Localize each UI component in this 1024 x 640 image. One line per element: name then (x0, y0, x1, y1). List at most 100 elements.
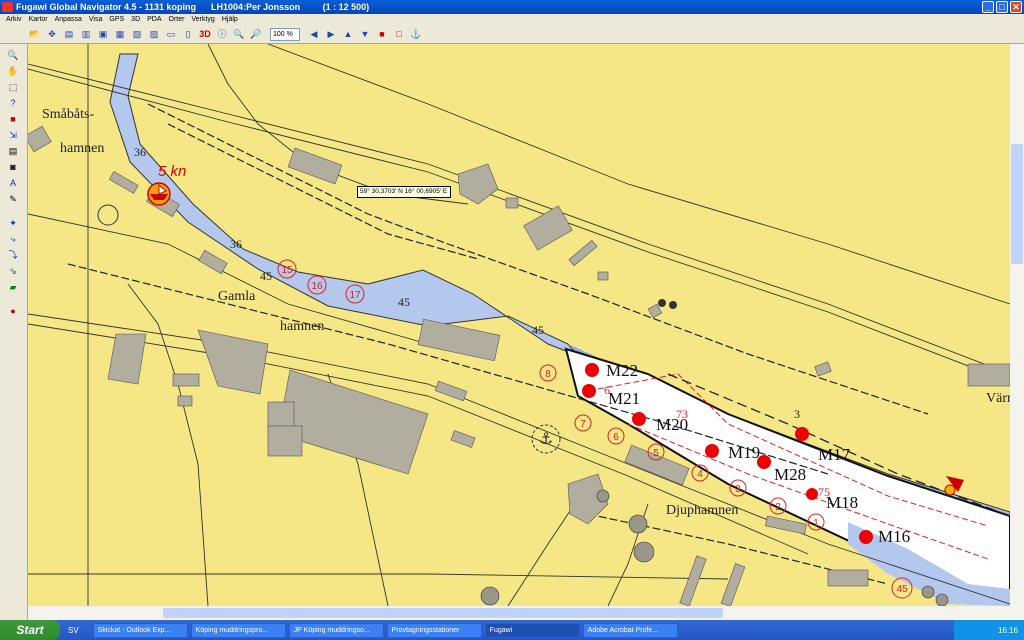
language-indicator[interactable]: SV (68, 626, 79, 635)
open-icon[interactable]: 📂 (28, 27, 42, 41)
menu-visa[interactable]: Visa (89, 16, 103, 23)
measure-tool-icon[interactable]: ▤ (6, 144, 20, 158)
menu-verktyg[interactable]: Verktyg (191, 16, 214, 23)
sample-label: M28 (774, 465, 806, 484)
task-outlook[interactable]: Skickat - Outlook Exp... (92, 622, 188, 638)
waypoint-icon[interactable]: ▣ (96, 27, 110, 41)
minimize-button[interactable]: _ (982, 1, 994, 13)
rock-mark (658, 299, 666, 307)
circled-number: 3 (735, 484, 741, 495)
sample-label: M16 (878, 527, 910, 546)
chart-map[interactable]: ⚓ Småbåts- hamnen Gamla hamnen Djuphamne… (28, 44, 1010, 606)
zoom-in-icon[interactable]: 🔍 (232, 27, 246, 41)
circled-number: 2 (775, 502, 781, 513)
menu-kartor[interactable]: Kartor (29, 16, 48, 23)
monitor-icon[interactable]: ▭ (164, 27, 178, 41)
hand-tool-icon[interactable]: ✋ (6, 64, 20, 78)
maximize-button[interactable]: □ (996, 1, 1008, 13)
place-hamnen-2: hamnen (280, 319, 324, 334)
menu-orter[interactable]: Orter (169, 16, 185, 23)
marker-tool-icon[interactable]: ■ (6, 112, 20, 126)
circled-number: 16 (311, 281, 323, 292)
sample-label: M21 (608, 389, 640, 408)
taskbar: Start SV Skickat - Outlook Exp... Köping… (0, 620, 1024, 640)
rock-mark (669, 301, 677, 309)
circled-number: 1 (813, 518, 819, 529)
info-icon[interactable]: ⓘ (215, 27, 229, 41)
menu-bar: Arkiv Kartor Anpassa Visa GPS 3D PDA Ort… (0, 14, 1024, 25)
left-tool-palette: 🔍 ✋ ⬚ ? ■ ⇲ ▤ ◙ A ✎ ✦ ⤷ ⤵ ⇘ ▰ ● (0, 44, 28, 620)
window-title-bar: Fugawi Global Navigator 4.5 - 1131 kopin… (0, 0, 1024, 14)
menu-gps[interactable]: GPS (109, 16, 124, 23)
position-tooltip: 59° 30,3703' N 16° 00,6905' E (357, 186, 451, 198)
task-provtagning[interactable]: Provtagningsstationer (386, 622, 482, 638)
3d-icon[interactable]: 3D (198, 27, 212, 41)
start-button[interactable]: Start (0, 620, 60, 640)
menu-pda[interactable]: PDA (147, 16, 161, 23)
task-acrobat[interactable]: Adobe Acrobat Profe... (582, 622, 678, 638)
speed-limit-label: 5 kn (158, 163, 186, 180)
track-icon[interactable]: ▧ (130, 27, 144, 41)
arrow-up-icon[interactable]: ▲ (341, 27, 355, 41)
menu-anpassa[interactable]: Anpassa (55, 16, 82, 23)
depth-label: 36 (230, 237, 242, 251)
zoom-select[interactable]: 100 % (270, 27, 300, 41)
task-folder[interactable]: Köping muddringspro... (190, 622, 286, 638)
task-fugawi[interactable]: Fugawi (484, 622, 580, 638)
depth-label: 3 (794, 407, 800, 421)
anchor-icon[interactable]: ⚓ (409, 27, 423, 41)
vertical-scrollbar[interactable] (1010, 44, 1024, 620)
task-document[interactable]: JP Köping muddringso... (288, 622, 384, 638)
point-tool-icon[interactable]: ● (6, 304, 20, 318)
stop-icon[interactable]: □ (392, 27, 406, 41)
monitor2-icon[interactable]: ▯ (181, 27, 195, 41)
north-up-icon[interactable]: ■ (375, 27, 389, 41)
pen-tool-icon[interactable]: ✎ (6, 192, 20, 206)
close-button[interactable]: ✕ (1010, 1, 1022, 13)
camera-tool-icon[interactable]: ◙ (6, 160, 20, 174)
arrow-left-icon[interactable]: ◀ (307, 27, 321, 41)
layers-icon[interactable]: ▤ (62, 27, 76, 41)
circled-number: 4 (697, 469, 703, 480)
map-icon[interactable]: ▨ (147, 27, 161, 41)
menu-hjalp[interactable]: Hjälp (222, 16, 238, 23)
circled-number: 7 (580, 419, 586, 430)
clock: 16:16 (997, 625, 1018, 635)
move-icon[interactable]: ✥ (45, 27, 59, 41)
depth-label: 45 (398, 295, 410, 309)
layer-tool-icon[interactable]: ⇘ (6, 264, 20, 278)
map-canvas: ⚓ Småbåts- hamnen Gamla hamnen Djuphamne… (28, 44, 1010, 606)
depth-label: 45 (260, 269, 272, 283)
depth-label: 36 (134, 145, 146, 159)
track-tool-icon[interactable]: ⤵ (6, 248, 20, 262)
menu-3d[interactable]: 3D (131, 16, 140, 23)
place-smabats: Småbåts- (42, 107, 94, 122)
route-tool-icon[interactable]: ⇲ (6, 128, 20, 142)
vertical-scroll-thumb[interactable] (1011, 144, 1023, 264)
sample-label: M20 (656, 415, 688, 434)
waypoint-tool-icon[interactable]: ✦ (6, 216, 20, 230)
route-edit-tool-icon[interactable]: ⤷ (6, 232, 20, 246)
route-icon[interactable]: ▦ (113, 27, 127, 41)
zoom-tool-icon[interactable]: 🔍 (6, 48, 20, 62)
app-icon (2, 2, 13, 12)
system-tray: 16:16 (954, 620, 1024, 640)
select-tool-icon[interactable]: ⬚ (6, 80, 20, 94)
circled-number: 8 (545, 369, 551, 380)
text-tool-icon[interactable]: A (6, 176, 20, 190)
layer2-tool-icon[interactable]: ▰ (6, 280, 20, 294)
zoom-out-icon[interactable]: 🔎 (249, 27, 263, 41)
circled-number: 6 (613, 432, 619, 443)
horizontal-scrollbar[interactable] (28, 606, 1010, 620)
sample-label: M18 (826, 493, 858, 512)
horizontal-scroll-thumb[interactable] (163, 608, 723, 618)
svg-text:⚓: ⚓ (539, 429, 553, 448)
arrow-right-icon[interactable]: ▶ (324, 27, 338, 41)
arrow-down-icon[interactable]: ▼ (358, 27, 372, 41)
layers2-icon[interactable]: ▥ (79, 27, 93, 41)
help-tool-icon[interactable]: ? (6, 96, 20, 110)
menu-arkiv[interactable]: Arkiv (6, 16, 22, 23)
place-gamla: Gamla (218, 289, 256, 304)
circled-number: 15 (281, 265, 293, 276)
place-hamnen-1: hamnen (60, 141, 104, 156)
